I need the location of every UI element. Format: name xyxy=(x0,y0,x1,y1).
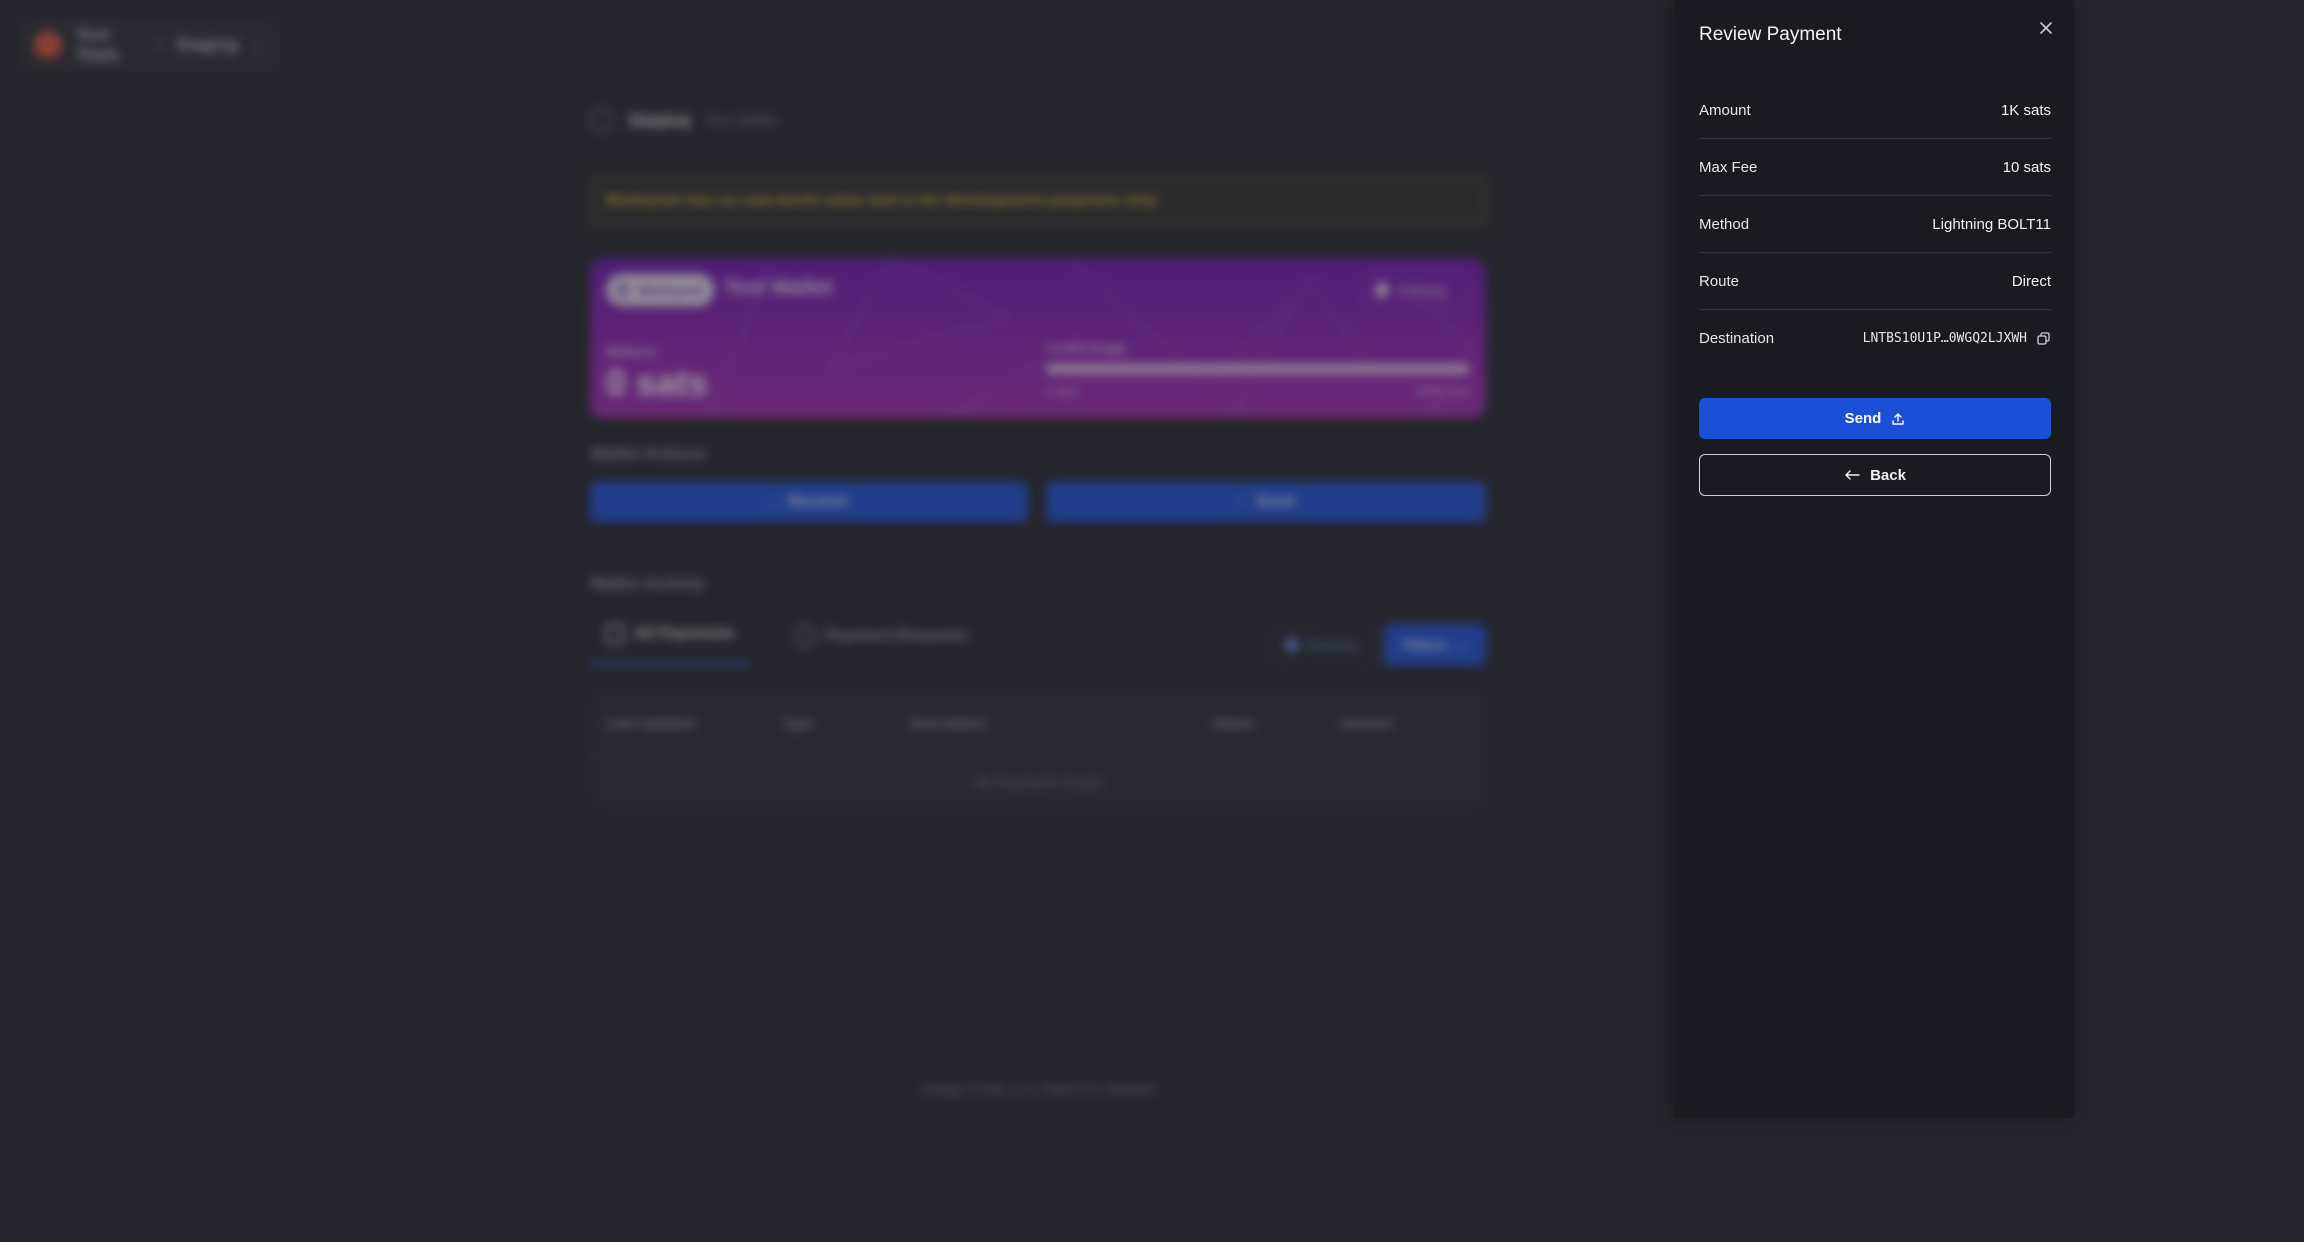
activity-tabs: All Payments Payment Requests xyxy=(590,624,984,665)
receive-button[interactable]: ↓ Receive xyxy=(590,482,1028,522)
credit-usage-bar xyxy=(1046,364,1470,374)
network-pill-label: Mutinynet xyxy=(637,282,704,298)
network-icon xyxy=(590,108,614,132)
team-environment: Staging xyxy=(175,35,239,54)
network-pill: Mutinynet xyxy=(606,274,714,306)
upload-icon: ↑ xyxy=(1237,493,1246,510)
team-separator: / xyxy=(157,35,162,54)
close-icon xyxy=(2040,22,2052,34)
detail-label: Destination xyxy=(1699,330,1775,347)
receive-label: Receive xyxy=(787,493,849,510)
destination-value: LNTBS10U1P…0WGQ2LJXWH xyxy=(1862,331,2027,346)
payment-details: Amount 1K sats Max Fee 10 sats Method Li… xyxy=(1699,82,2051,367)
team-switcher[interactable]: Test Team / Staging ⌄ xyxy=(18,18,280,72)
tab-payment-requests[interactable]: Payment Requests xyxy=(780,624,983,665)
team-name: Test Team xyxy=(76,25,120,64)
detail-row-route: Route Direct xyxy=(1699,253,2051,310)
detail-row-max-fee: Max Fee 10 sats xyxy=(1699,139,2051,196)
balance-value: 0 sats xyxy=(606,362,709,403)
detail-label: Amount xyxy=(1699,101,1751,119)
warning-banner: Mutinynet has no real-world value and is… xyxy=(590,176,1486,226)
column-header[interactable]: Description xyxy=(910,715,1212,731)
network-dot-icon xyxy=(616,281,630,299)
arrow-left-icon xyxy=(1845,470,1860,480)
tab-all-payments[interactable]: All Payments xyxy=(590,624,751,665)
review-payment-drawer: Review Payment Amount 1K sats Max Fee 10… xyxy=(1675,0,2074,1118)
copy-destination-button[interactable] xyxy=(2035,331,2051,347)
column-header[interactable]: Amount xyxy=(1340,715,1460,731)
wallet-actions-title: Wallet Actions xyxy=(590,444,706,463)
footer: Voltage Credit, LLC | NMLS ID: 0000000 xyxy=(921,1082,1155,1097)
back-button[interactable]: Back xyxy=(1699,454,2051,496)
column-header[interactable]: Type xyxy=(782,715,910,731)
detail-value: Direct xyxy=(2011,272,2051,290)
wallet-card: Mutinynet Test Wallet Settings Balance 0… xyxy=(590,258,1486,418)
team-logo-icon xyxy=(34,31,62,59)
section-divider xyxy=(590,546,1486,547)
wallet-settings-button[interactable]: Settings xyxy=(1362,274,1470,306)
balance-label: Balance xyxy=(606,344,656,359)
wallet-card-title: Test Wallet xyxy=(724,276,833,299)
table-empty-state: No Payments Found xyxy=(974,774,1102,790)
tab-all-payments-label: All Payments xyxy=(634,625,735,642)
credit-max: 500K sats xyxy=(1416,384,1470,398)
reports-icon xyxy=(1284,638,1299,652)
detail-label: Route xyxy=(1699,272,1740,290)
credit-min: 0 sats xyxy=(1046,384,1079,398)
chevron-down-icon: ⌄ xyxy=(1455,637,1468,654)
wallet-settings-label: Settings xyxy=(1397,282,1448,298)
warning-text: Mutinynet has no real-world value and is… xyxy=(606,192,1161,209)
chevron-down-icon: ⌄ xyxy=(252,36,264,53)
detail-label: Method xyxy=(1699,215,1750,233)
filters-button[interactable]: Filters ⌄ xyxy=(1384,624,1486,666)
drawer-title: Review Payment xyxy=(1699,24,1842,45)
column-header[interactable]: Last Updated xyxy=(606,715,782,731)
detail-row-destination: Destination LNTBS10U1P…0WGQ2LJXWH xyxy=(1699,310,2051,367)
detail-label: Max Fee xyxy=(1699,158,1758,176)
destination-group: LNTBS10U1P…0WGQ2LJXWH xyxy=(1863,331,2051,347)
document-icon xyxy=(796,625,815,646)
wallet-send-button[interactable]: ↑ Send xyxy=(1046,482,1486,522)
payments-table: Last Updated Type Description Status Amo… xyxy=(590,690,1486,810)
wallet-network[interactable]: Staging xyxy=(628,110,690,130)
download-icon: ↓ xyxy=(769,493,778,510)
reports-button[interactable]: Reports xyxy=(1268,624,1376,666)
detail-row-amount: Amount 1K sats xyxy=(1699,82,2051,139)
tab-payment-requests-label: Payment Requests xyxy=(824,626,968,644)
send-label: Send xyxy=(1844,410,1882,427)
receipt-icon xyxy=(606,624,624,644)
wallet-breadcrumb: Staging Test Wallet xyxy=(590,108,777,132)
send-button[interactable]: Send xyxy=(1699,398,2051,439)
back-label: Back xyxy=(1870,466,1906,484)
table-header: Last Updated Type Description Status Amo… xyxy=(590,690,1486,756)
detail-row-method: Method Lightning BOLT11 xyxy=(1699,196,2051,253)
copy-icon xyxy=(2036,332,2050,345)
column-header[interactable]: Status xyxy=(1212,715,1340,731)
detail-value: 10 sats xyxy=(2002,158,2051,176)
wallet-header-name: Test Wallet xyxy=(704,111,778,129)
detail-value: Lightning BOLT11 xyxy=(1932,215,2051,233)
gear-icon xyxy=(1375,283,1389,297)
upload-icon xyxy=(1892,412,1905,425)
reports-label: Reports xyxy=(1306,636,1360,654)
filters-label: Filters xyxy=(1402,636,1448,654)
detail-value: 1K sats xyxy=(2000,101,2051,119)
wallet-activity-title: Wallet Activity xyxy=(590,574,705,593)
close-button[interactable] xyxy=(2036,18,2056,38)
credit-usage-label: Credit Usage xyxy=(1046,340,1127,355)
wallet-send-label: Send xyxy=(1255,493,1295,510)
